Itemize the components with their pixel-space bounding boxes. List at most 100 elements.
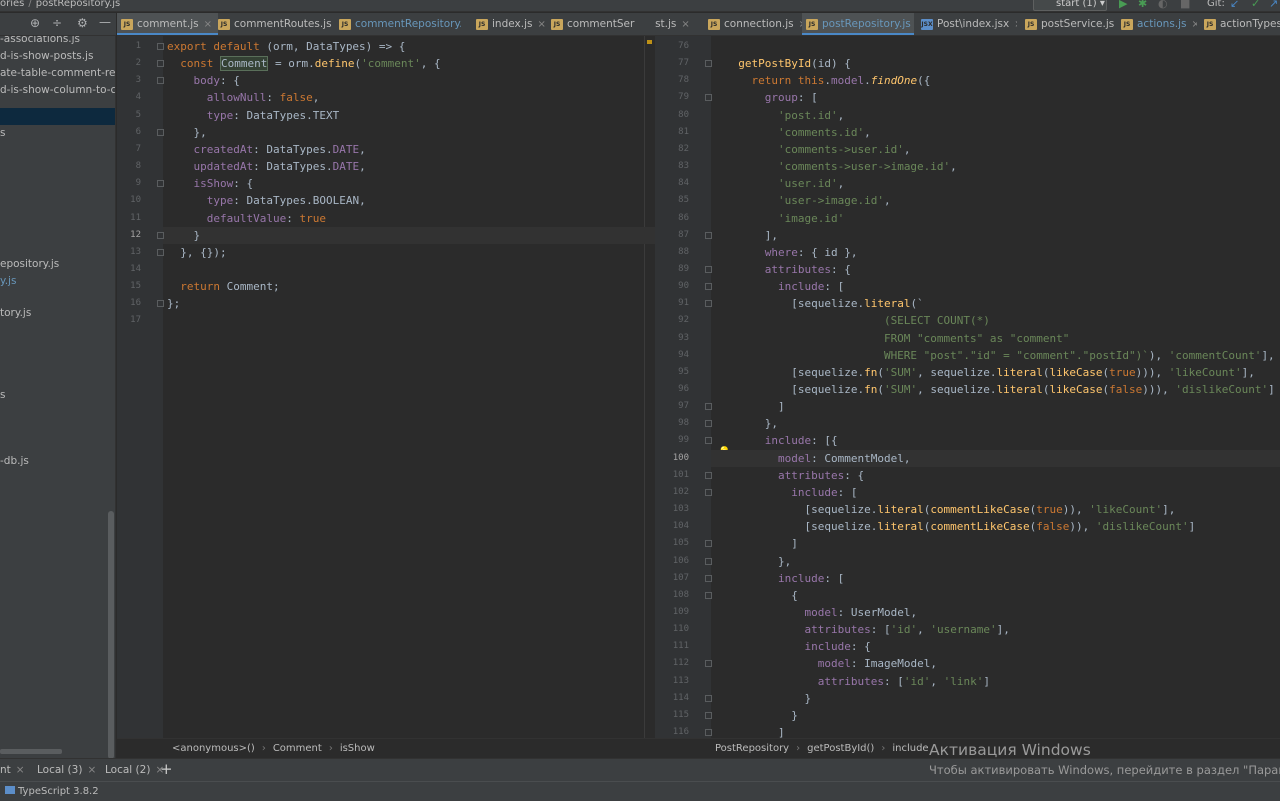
- code-line: ]: [725, 724, 785, 738]
- terminal-tab[interactable]: nt ×: [0, 759, 25, 781]
- close-icon[interactable]: ×: [1192, 19, 1197, 30]
- code-token: BOOLEAN: [312, 194, 360, 208]
- fold-marker-icon[interactable]: [705, 403, 712, 411]
- fold-marker-icon[interactable]: [157, 180, 164, 188]
- editor-tab[interactable]: JSpostRepository.js×: [802, 13, 914, 35]
- code-editor-left[interactable]: 1 export default (orm, DataTypes) => {2 c…: [117, 36, 655, 738]
- fold-marker-icon[interactable]: [705, 231, 712, 239]
- fold-marker-icon[interactable]: [705, 420, 712, 428]
- editor-tab[interactable]: JSX Post\index.jsx ×: [917, 13, 1017, 35]
- tree-item[interactable]: tory.js: [0, 305, 31, 322]
- fold-marker-icon[interactable]: [705, 437, 712, 445]
- sidebar-vertical-scrollbar[interactable]: [108, 511, 114, 758]
- nav-crumb-folder[interactable]: ories: [0, 0, 24, 9]
- fold-marker-icon[interactable]: [705, 660, 712, 668]
- git-update-icon[interactable]: ↙: [1230, 0, 1239, 10]
- fold-marker-icon[interactable]: [157, 128, 164, 136]
- editor-tab[interactable]: JSpostService.js×: [1021, 13, 1117, 35]
- git-commit-icon[interactable]: ✓: [1251, 0, 1260, 10]
- fold-marker-icon[interactable]: [705, 94, 712, 102]
- fold-marker-icon[interactable]: [157, 248, 164, 256]
- play-icon[interactable]: ▶: [1119, 0, 1127, 10]
- tree-item[interactable]: epository.js: [0, 256, 59, 273]
- fold-marker-icon[interactable]: [705, 574, 712, 582]
- breadcrumb-item[interactable]: include: [892, 743, 928, 754]
- tree-item[interactable]: s: [0, 387, 5, 404]
- editor-tab[interactable]: JScommentRoutes.js×: [214, 13, 334, 35]
- breadcrumb-item[interactable]: PostRepository: [715, 743, 789, 754]
- editor-tab[interactable]: JS comment.js ×: [117, 13, 218, 35]
- breadcrumb-item[interactable]: getPostById(): [807, 743, 874, 754]
- tree-item[interactable]: ate-table-comment-reactio: [0, 65, 115, 82]
- fold-marker-icon[interactable]: [157, 60, 164, 68]
- code-line: attributes: {: [725, 467, 864, 484]
- terminal-tab[interactable]: Local (3) ×: [37, 759, 96, 781]
- stop-icon[interactable]: ■: [1180, 0, 1190, 10]
- fold-marker-icon[interactable]: [157, 77, 164, 85]
- editor-tab[interactable]: post.js ×: [655, 13, 695, 35]
- line-number: 13: [130, 246, 141, 257]
- close-icon[interactable]: ×: [537, 19, 545, 30]
- git-push-icon[interactable]: ↗: [1269, 0, 1278, 10]
- editor-tab[interactable]: JS actions.js ×: [1117, 13, 1197, 35]
- line-number: 4: [135, 92, 141, 103]
- close-icon[interactable]: ×: [87, 764, 96, 776]
- tree-item[interactable]: y.js: [0, 273, 16, 290]
- fold-marker-icon[interactable]: [705, 283, 712, 291]
- code-token: 'comments->user->image.id': [777, 160, 951, 174]
- crosshair-icon[interactable]: ⊕: [30, 16, 40, 30]
- code-editor-right[interactable]: 💡 7677 getPostById(id) {78 return this.m…: [655, 36, 1280, 738]
- fold-marker-icon[interactable]: [157, 231, 164, 239]
- tree-item[interactable]: s: [0, 125, 5, 142]
- attach-icon[interactable]: ◐: [1158, 0, 1168, 10]
- editor-tab[interactable]: JSactionTypes.js×: [1200, 13, 1280, 35]
- close-icon[interactable]: ×: [681, 19, 689, 30]
- minus-icon[interactable]: —: [99, 15, 111, 29]
- breadcrumb-item[interactable]: isShow: [340, 743, 375, 754]
- line-number: 89: [678, 263, 689, 274]
- fold-marker-icon[interactable]: [705, 60, 712, 68]
- breadcrumb-item[interactable]: Comment: [273, 743, 322, 754]
- nav-crumb-file[interactable]: postRepository.js: [36, 0, 121, 9]
- editor-tab[interactable]: JScommentRepository.js×: [335, 13, 461, 35]
- error-stripe-mark[interactable]: [647, 40, 652, 44]
- bug-icon[interactable]: ✱: [1138, 0, 1147, 10]
- editor-tab[interactable]: JScommentServic×: [547, 13, 635, 35]
- fold-marker-icon[interactable]: [157, 300, 164, 308]
- tree-item[interactable]: d-is-show-posts.js: [0, 48, 93, 65]
- fold-marker-icon[interactable]: [157, 43, 164, 50]
- code-token: type: [206, 108, 234, 122]
- code-token: (SELECT COUNT(*): [725, 314, 990, 328]
- breadcrumb-item[interactable]: <anonymous>(): [172, 743, 255, 754]
- collapse-all-icon[interactable]: ÷: [52, 16, 62, 30]
- fold-marker-icon[interactable]: [705, 540, 712, 548]
- tree-item[interactable]: [0, 108, 115, 125]
- fold-marker-icon[interactable]: [705, 300, 712, 308]
- sidebar-horizontal-scrollbar[interactable]: [0, 749, 62, 754]
- editor-tab[interactable]: JSconnection.js×: [704, 13, 811, 35]
- editor-tab[interactable]: JS index.js ×: [472, 13, 554, 35]
- terminal-tab[interactable]: Local (2) ×: [105, 759, 164, 781]
- code-token: likeCase: [1049, 383, 1103, 396]
- gear-icon[interactable]: ⚙: [77, 16, 88, 30]
- tree-item[interactable]: d-is-show-column-to-com: [0, 82, 115, 99]
- code-token: const: [180, 57, 220, 71]
- fold-marker-icon[interactable]: [705, 557, 712, 565]
- fold-marker-icon[interactable]: [705, 471, 712, 479]
- fold-marker-icon[interactable]: [705, 694, 712, 702]
- close-icon[interactable]: ×: [1014, 19, 1017, 30]
- close-icon[interactable]: ×: [16, 764, 25, 776]
- close-icon[interactable]: ×: [204, 19, 212, 30]
- close-icon[interactable]: ×: [155, 764, 164, 776]
- code-token: : DataTypes.: [253, 160, 333, 174]
- fold-marker-icon[interactable]: [705, 729, 712, 736]
- tree-item[interactable]: -db.js: [0, 453, 29, 470]
- fold-marker-icon[interactable]: [705, 711, 712, 719]
- fold-marker-icon[interactable]: [705, 265, 712, 273]
- fold-marker-icon[interactable]: [705, 488, 712, 496]
- fold-marker-icon[interactable]: [705, 591, 712, 599]
- typescript-status[interactable]: TypeScript 3.8.2: [5, 782, 99, 801]
- run-configuration-select[interactable]: start (1) ▾: [1033, 0, 1107, 11]
